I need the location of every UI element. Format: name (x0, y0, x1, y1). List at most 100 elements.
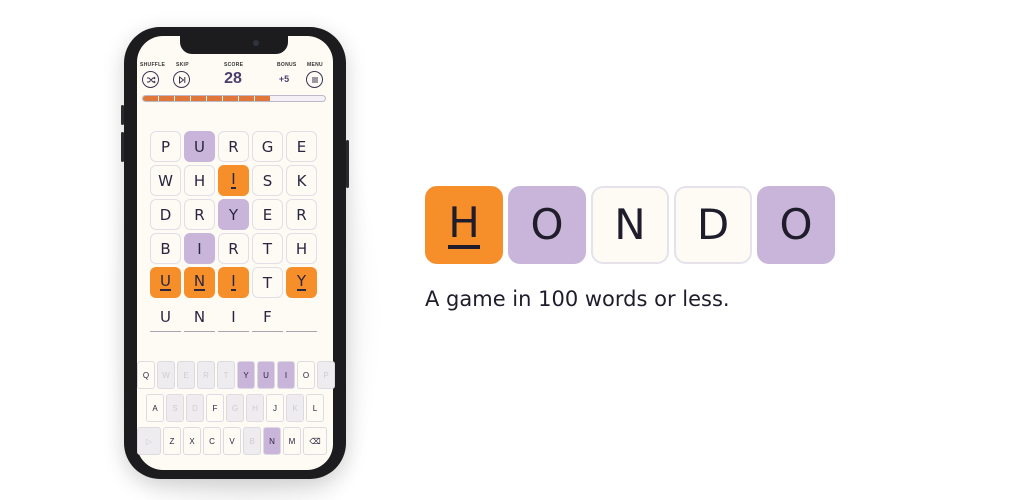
grid-tile[interactable]: H (184, 165, 215, 196)
grid-tile[interactable]: B (150, 233, 181, 264)
grid-tile[interactable]: S (252, 165, 283, 196)
grid-tile[interactable]: T (252, 267, 283, 298)
tagline: A game in 100 words or less. (425, 287, 730, 311)
grid-tile-letter: H (295, 239, 308, 258)
grid-tile-letter: H (193, 171, 206, 190)
grid-tile-letter: Y (228, 205, 239, 224)
grid-tile[interactable]: R (218, 131, 249, 162)
grid-tile[interactable]: U (184, 131, 215, 162)
key-q[interactable]: Q (137, 361, 155, 389)
key-w[interactable]: W (157, 361, 175, 389)
grid-tile[interactable]: U (150, 267, 181, 298)
grid-tile[interactable]: H (286, 233, 317, 264)
phone-notch (180, 34, 288, 54)
bonus-label: BONUS (277, 62, 297, 68)
entry-slot: F (252, 302, 283, 332)
grid-tile[interactable]: W (150, 165, 181, 196)
key-b[interactable]: B (243, 427, 261, 455)
phone-volume-up (121, 105, 124, 125)
key-u[interactable]: U (257, 361, 275, 389)
grid-tile[interactable]: Y (218, 199, 249, 230)
logo-letter: N (614, 200, 646, 249)
grid-tile[interactable]: P (150, 131, 181, 162)
key-d[interactable]: D (186, 394, 204, 422)
skip-label: SKIP (176, 62, 189, 68)
grid-tile[interactable]: R (286, 199, 317, 230)
grid-tile-letter: I (231, 170, 236, 189)
entry-slot (286, 302, 317, 332)
shuffle-label: SHUFFLE (140, 62, 166, 68)
grid-tile[interactable]: I (218, 267, 249, 298)
grid-tile[interactable]: Y (286, 267, 317, 298)
grid-tile[interactable]: R (184, 199, 215, 230)
phone-volume-down (121, 132, 124, 162)
grid-tile-letter: S (262, 171, 273, 190)
grid-tile-letter: E (262, 205, 273, 224)
grid-tile[interactable]: G (252, 131, 283, 162)
logo-tile: H (425, 186, 503, 264)
key-i[interactable]: I (277, 361, 295, 389)
logo-tile: O (757, 186, 835, 264)
grid-tile-letter: D (159, 205, 172, 224)
grid-tile-letter: R (228, 137, 239, 156)
grid-tile-letter: U (160, 272, 171, 291)
key-a[interactable]: A (146, 394, 164, 422)
key-p[interactable]: P (317, 361, 335, 389)
grid-tile-letter: Y (296, 272, 307, 291)
key-v[interactable]: V (223, 427, 241, 455)
grid-tile-letter: R (296, 205, 307, 224)
grid-tile-letter: T (262, 273, 273, 292)
key-s[interactable]: S (166, 394, 184, 422)
entry-slot: U (150, 302, 181, 332)
key-j[interactable]: J (266, 394, 284, 422)
grid-tile[interactable]: I (218, 165, 249, 196)
grid-tile[interactable]: K (286, 165, 317, 196)
grid-tile-letter: B (160, 239, 171, 258)
menu-button[interactable] (306, 71, 323, 88)
logo-tile: O (508, 186, 586, 264)
grid-tile[interactable]: E (252, 199, 283, 230)
grid-tile[interactable]: E (286, 131, 317, 162)
key-t[interactable]: T (217, 361, 235, 389)
key-x[interactable]: X (183, 427, 201, 455)
grid-tile-letter: U (194, 137, 205, 156)
phone-power-button (346, 140, 349, 188)
grid-tile[interactable]: D (150, 199, 181, 230)
logo-tile: N (591, 186, 669, 264)
grid-tile[interactable]: T (252, 233, 283, 264)
key-e[interactable]: E (177, 361, 195, 389)
bonus-value: +5 (278, 74, 290, 84)
key-enter[interactable]: ▷ (137, 427, 161, 455)
key-m[interactable]: M (283, 427, 301, 455)
grid-tile-letter: R (194, 205, 205, 224)
logo-letter: O (530, 200, 564, 249)
grid-tile-letter: I (231, 272, 236, 291)
key-c[interactable]: C (203, 427, 221, 455)
score-label: SCORE (224, 62, 244, 68)
grid-tile-letter: R (228, 239, 239, 258)
key-h[interactable]: H (246, 394, 264, 422)
key-y[interactable]: Y (237, 361, 255, 389)
grid-tile[interactable]: R (218, 233, 249, 264)
key-f[interactable]: F (206, 394, 224, 422)
logo-letter: H (448, 198, 480, 249)
shuffle-button[interactable] (142, 71, 159, 88)
grid-tile-letter: P (160, 137, 171, 156)
key-g[interactable]: G (226, 394, 244, 422)
key-z[interactable]: Z (163, 427, 181, 455)
key-k[interactable]: K (286, 394, 304, 422)
grid-tile[interactable]: N (184, 267, 215, 298)
key-l[interactable]: L (306, 394, 324, 422)
grid-tile[interactable]: I (184, 233, 215, 264)
skip-button[interactable] (173, 71, 190, 88)
key-backspace[interactable]: ⌫ (303, 427, 327, 455)
key-n[interactable]: N (263, 427, 281, 455)
key-o[interactable]: O (297, 361, 315, 389)
shuffle-icon (146, 76, 156, 83)
grid-tile-letter: T (262, 239, 273, 258)
key-r[interactable]: R (197, 361, 215, 389)
grid-tile-letter: W (158, 171, 173, 190)
grid-tile-letter: E (296, 137, 307, 156)
grid-tile-letter: I (197, 239, 202, 258)
menu-icon (311, 77, 318, 82)
